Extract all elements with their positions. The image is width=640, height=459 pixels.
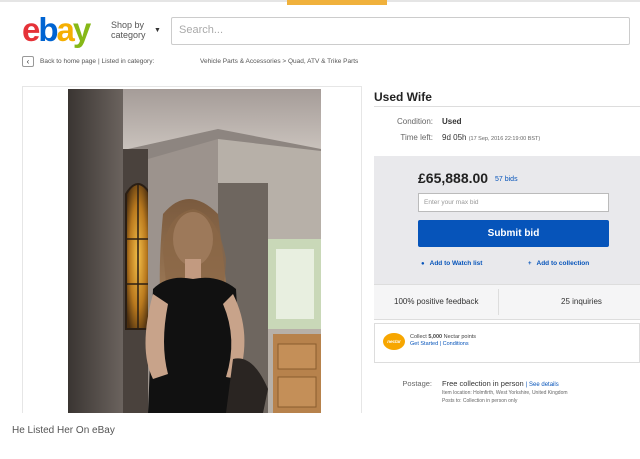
- nectar-text: Collect 5,000 Nectar points Get Started …: [410, 334, 476, 348]
- time-left-remaining: 9d 05h: [442, 133, 467, 142]
- condition-label: Condition:: [396, 117, 433, 126]
- add-to-collection-link[interactable]: + Add to collection: [528, 260, 589, 267]
- breadcrumb-bar: ‹ Back to home page | Listed in category…: [22, 56, 622, 68]
- shop-by-category-button[interactable]: Shop by category ▼: [111, 20, 161, 40]
- nectar-logo: nectar: [383, 333, 405, 350]
- time-left-value: 9d 05h (17 Sep, 2016 22:19:00 BST): [442, 133, 540, 142]
- ebay-logo[interactable]: ebay: [22, 12, 108, 48]
- inquiries-count: 25 inquiries: [561, 297, 602, 306]
- feedback-separator: [498, 289, 499, 315]
- collection-label: Add to collection: [536, 260, 590, 267]
- breadcrumb-category-link[interactable]: Vehicle Parts & Accessories > Quad, ATV …: [200, 58, 358, 65]
- postage-value: Free collection in person | See details: [442, 379, 632, 388]
- nectar-collect-label: Collect: [410, 334, 427, 340]
- logo-letter-a: a: [56, 11, 75, 48]
- submit-bid-button[interactable]: Submit bid: [418, 220, 609, 247]
- watch-list-label: Add to Watch list: [429, 260, 483, 267]
- image-caption: He Listed Her On eBay: [12, 425, 115, 436]
- listing-photo[interactable]: [68, 89, 321, 413]
- positive-feedback-text: 100% positive feedback: [394, 297, 479, 306]
- posts-to: Posts to: Collection in person only: [442, 398, 518, 404]
- back-to-home-link[interactable]: Back to home page: [40, 58, 96, 65]
- nectar-points-value: 5,000: [428, 334, 443, 340]
- max-bid-input[interactable]: Enter your max bid: [418, 193, 609, 212]
- nectar-get-started-link[interactable]: Get Started | Conditions: [410, 341, 476, 348]
- see-details-link[interactable]: | See details: [526, 382, 559, 388]
- logo-letter-y: y: [72, 11, 91, 48]
- logo-letter-e: e: [22, 11, 40, 48]
- search-input[interactable]: Search...: [171, 17, 630, 45]
- add-to-watch-list-link[interactable]: ● Add to Watch list: [421, 260, 482, 267]
- eye-icon: ●: [421, 261, 425, 267]
- time-left-end-date: (17 Sep, 2016 22:19:00 BST): [468, 136, 541, 142]
- postage-method: Free collection in person: [442, 379, 524, 388]
- time-left-label: Time left:: [400, 133, 433, 142]
- nectar-points-label: Nectar points: [443, 334, 477, 340]
- nectar-collect-line: Collect 5,000 Nectar points: [410, 334, 476, 341]
- category-label: category: [111, 30, 146, 40]
- postage-label: Postage:: [402, 379, 432, 388]
- top-accent-bar: [287, 0, 387, 5]
- listed-in-label: | Listed in category:: [98, 58, 155, 65]
- bid-count-link[interactable]: 57 bids: [495, 176, 518, 183]
- chevron-down-icon: ▼: [154, 27, 161, 34]
- item-location: Item location: Holmfirth, West Yorkshire…: [442, 390, 568, 396]
- title-divider: [374, 106, 640, 107]
- listing-title: Used Wife: [374, 90, 432, 104]
- current-price: £65,888.00: [418, 170, 489, 186]
- ebay-screenshot: ebay Shop by category ▼ Search... ‹ Back…: [0, 0, 640, 413]
- condition-value: Used: [442, 117, 462, 126]
- listing-photo-image: [68, 89, 321, 413]
- shop-by-label: Shop by: [111, 20, 145, 30]
- logo-letter-b: b: [38, 11, 58, 48]
- back-arrow-icon[interactable]: ‹: [22, 56, 34, 67]
- plus-icon: +: [528, 261, 532, 267]
